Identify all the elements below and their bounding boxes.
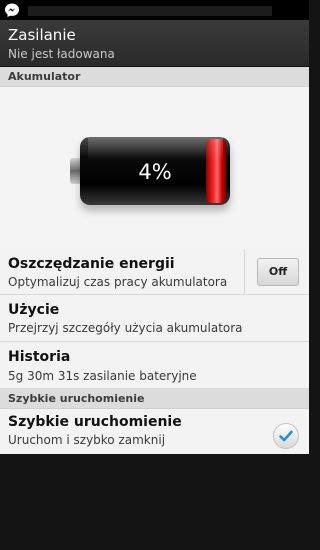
status-bar-track <box>28 6 272 16</box>
power-saving-item[interactable]: Oszczędzanie energii Optymalizuj czas pr… <box>0 249 309 295</box>
toggle-label: Off <box>268 265 288 278</box>
power-saving-toggle[interactable]: Off <box>257 258 299 286</box>
usage-item[interactable]: Użycie Przejrzyj szczegóły użycia akumul… <box>0 295 309 342</box>
status-bar <box>0 0 309 20</box>
app-header: Zasilanie Nie jest ładowana <box>0 20 309 67</box>
history-title: Historia <box>8 349 71 365</box>
page-title: Zasilanie <box>8 26 76 44</box>
power-saving-subtitle: Optymalizuj czas pracy akumulatora <box>8 275 228 289</box>
quick-start-subtitle: Uruchom i szybko zamknij <box>8 433 166 447</box>
settings-list: Akumulator 4% Oszczędzanie energii Optym… <box>0 67 309 454</box>
checkmark-icon <box>279 430 293 442</box>
section-label: Akumulator <box>8 70 81 83</box>
section-label: Szybkie uruchomienie <box>8 392 145 405</box>
charging-status: Nie jest ładowana <box>8 47 115 61</box>
battery-icon: 4% <box>70 127 240 217</box>
history-subtitle: 5g 30m 31s zasilanie bateryjne <box>8 369 197 383</box>
quick-start-checkbox[interactable] <box>273 423 299 449</box>
battery-panel: 4% <box>0 87 309 249</box>
messenger-icon[interactable] <box>4 2 20 18</box>
power-saving-title: Oszczędzanie energii <box>8 256 175 272</box>
battery-percent: 4% <box>138 160 172 184</box>
section-header-battery: Akumulator <box>0 67 309 87</box>
section-header-quick-start: Szybkie uruchomienie <box>0 389 309 409</box>
history-item[interactable]: Historia 5g 30m 31s zasilanie bateryjne <box>0 342 309 389</box>
quick-start-item[interactable]: Szybkie uruchomienie Uruchom i szybko za… <box>0 409 309 454</box>
quick-start-title: Szybkie uruchomienie <box>8 414 182 430</box>
power-saving-toggle-area: Off <box>244 249 309 294</box>
empty-area <box>0 454 309 550</box>
usage-title: Użycie <box>8 302 60 318</box>
usage-subtitle: Przejrzyj szczegóły użycia akumulatora <box>8 321 243 335</box>
